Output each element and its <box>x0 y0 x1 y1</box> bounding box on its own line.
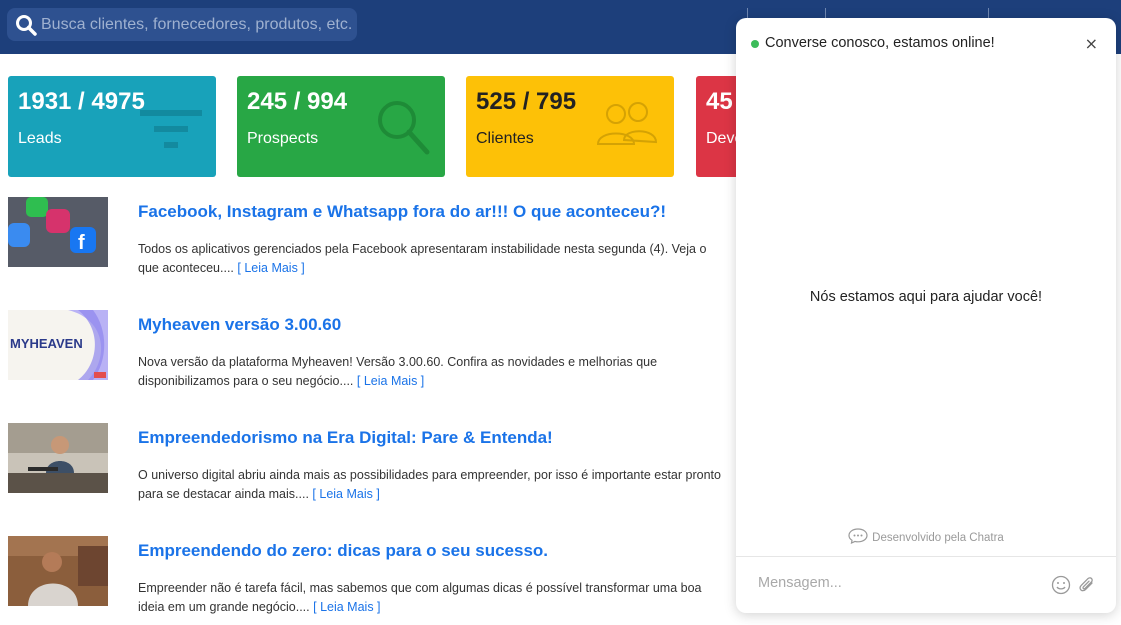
news-thumbnail-myheaven[interactable]: MYHEAVEN <box>8 310 108 380</box>
news-item: f Facebook, Instagram e Whatsapp fora do… <box>8 197 728 287</box>
users-icon <box>594 100 660 152</box>
online-status-icon <box>751 40 759 48</box>
news-item: Empreendedorismo na Era Digital: Pare & … <box>8 423 728 513</box>
powered-by[interactable]: Desenvolvido pela Chatra <box>736 528 1116 547</box>
news-excerpt-text: Empreender não é tarefa fácil, mas sabem… <box>138 581 702 614</box>
news-title[interactable]: Facebook, Instagram e Whatsapp fora do a… <box>138 202 666 222</box>
funnel-icon <box>140 100 202 154</box>
news-excerpt-text: Todos os aplicativos gerenciados pela Fa… <box>138 242 707 275</box>
magnifier-icon <box>375 100 431 160</box>
read-more-link[interactable]: [ Leia Mais ] <box>312 487 379 501</box>
stat-label: Clientes <box>476 130 534 147</box>
attachment-icon[interactable] <box>1077 575 1097 599</box>
search-box[interactable] <box>7 8 357 41</box>
close-icon[interactable]: × <box>1085 34 1098 53</box>
chat-welcome-text: Nós estamos aqui para ajudar você! <box>809 289 1043 305</box>
stat-value: 245 / 994 <box>247 88 348 115</box>
stat-value: 45 <box>706 88 733 115</box>
chat-bubble-icon <box>848 528 868 547</box>
news-excerpt: Empreender não é tarefa fácil, mas sabem… <box>138 579 728 617</box>
news-thumbnail-social-apps[interactable]: f <box>8 197 108 267</box>
news-title[interactable]: Empreendendo do zero: dicas para o seu s… <box>138 541 548 561</box>
stat-label: Leads <box>18 130 62 147</box>
chat-widget: Converse conosco, estamos online! × Nós … <box>736 18 1116 613</box>
news-excerpt: Nova versão da plataforma Myheaven! Vers… <box>138 353 728 391</box>
news-item: MYHEAVEN Myheaven versão 3.00.60 Nova ve… <box>8 310 728 400</box>
news-thumbnail-smiling-man[interactable] <box>8 536 108 606</box>
stat-card-leads[interactable]: 1931 / 4975 Leads <box>8 76 216 177</box>
read-more-link[interactable]: [ Leia Mais ] <box>237 261 304 275</box>
news-excerpt: Todos os aplicativos gerenciados pela Fa… <box>138 240 728 278</box>
read-more-link[interactable]: [ Leia Mais ] <box>357 374 424 388</box>
news-item: Empreendendo do zero: dicas para o seu s… <box>8 536 728 625</box>
news-title[interactable]: Empreendedorismo na Era Digital: Pare & … <box>138 428 553 448</box>
news-excerpt-text: O universo digital abriu ainda mais as p… <box>138 468 721 501</box>
stat-value: 1931 / 4975 <box>18 88 145 115</box>
stat-card-prospects[interactable]: 245 / 994 Prospects <box>237 76 445 177</box>
stat-card-clientes[interactable]: 525 / 795 Clientes <box>466 76 674 177</box>
powered-by-text: Desenvolvido pela Chatra <box>872 531 1004 544</box>
read-more-link[interactable]: [ Leia Mais ] <box>313 600 380 614</box>
search-icon <box>13 12 39 38</box>
stat-value: 525 / 795 <box>476 88 577 115</box>
thumbnail-caption: MYHEAVEN <box>10 336 83 351</box>
chat-composer <box>736 556 1116 613</box>
search-input[interactable] <box>41 15 351 34</box>
svg-text:f: f <box>78 232 85 254</box>
emoji-icon[interactable] <box>1051 575 1071 599</box>
news-excerpt: O universo digital abriu ainda mais as p… <box>138 466 728 504</box>
message-input[interactable] <box>758 575 1038 591</box>
stat-label: Prospects <box>247 130 319 147</box>
news-title[interactable]: Myheaven versão 3.00.60 <box>138 315 341 335</box>
news-thumbnail-man-laptop[interactable] <box>8 423 108 493</box>
chat-header-text: Converse conosco, estamos online! <box>765 35 995 51</box>
